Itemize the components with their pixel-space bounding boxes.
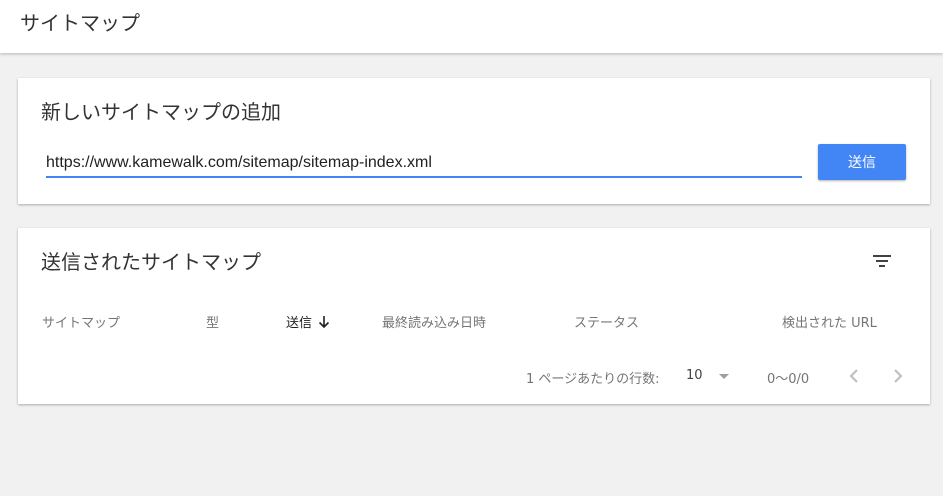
submitted-sitemaps-card: 送信されたサイトマップ サイトマップ 型 送信 最終読み込み日時 ステータス 検… (18, 228, 930, 404)
pagination-range: 0〜0/0 (767, 372, 810, 387)
column-header-discovered-urls[interactable]: 検出された URL (782, 312, 877, 331)
column-header-submitted[interactable]: 送信 (286, 312, 330, 331)
app-header: サイトマップ (0, 0, 943, 53)
column-header-submitted-label: 送信 (286, 316, 313, 331)
rows-per-page-label: 1 ページあたりの行数: (526, 372, 660, 387)
rows-per-page-select[interactable]: 10 (686, 364, 736, 388)
sitemap-url-input[interactable] (46, 150, 802, 178)
add-sitemap-title: 新しいサイトマップの追加 (41, 100, 281, 124)
submit-button[interactable]: 送信 (818, 144, 906, 180)
page-title: サイトマップ (20, 11, 140, 35)
column-header-last-read[interactable]: 最終読み込み日時 (382, 312, 486, 331)
add-sitemap-card: 新しいサイトマップの追加 送信 (18, 78, 930, 204)
filter-button[interactable] (866, 244, 898, 272)
caret-down-icon (719, 374, 729, 379)
column-header-sitemap[interactable]: サイトマップ (42, 312, 120, 331)
next-page-button[interactable] (886, 362, 910, 386)
column-header-status[interactable]: ステータス (574, 312, 639, 331)
chevron-right-icon (894, 369, 903, 383)
chevron-left-icon (849, 369, 858, 383)
previous-page-button[interactable] (842, 362, 866, 386)
filter-icon (873, 255, 891, 267)
submitted-sitemaps-title: 送信されたサイトマップ (41, 250, 261, 274)
column-header-type[interactable]: 型 (206, 312, 219, 331)
arrow-down-icon (318, 315, 330, 328)
rows-per-page-value: 10 (686, 368, 703, 383)
